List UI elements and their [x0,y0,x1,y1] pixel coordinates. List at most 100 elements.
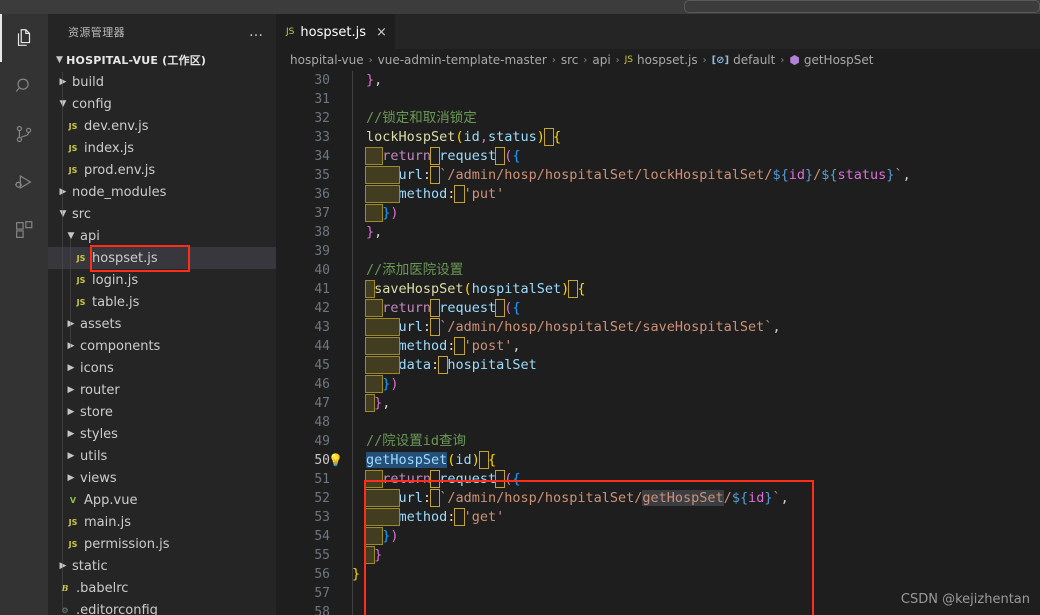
activity-item-source-control[interactable] [0,110,48,158]
workspace-root-row[interactable]: ▼ HOSPITAL-VUE (工作区) [48,49,276,71]
tree-item-table-js[interactable]: JS table.js [48,291,276,313]
chevron-right-icon: › [583,54,588,66]
chevron-right-icon: ▶ [67,341,75,351]
tree-item-label: api [80,228,100,244]
tree-item-label: table.js [92,294,140,310]
tree-item-src[interactable]: ▼ src [48,203,276,225]
tree-item-icons[interactable]: ▶ icons [48,357,276,379]
code-line: return request ({ [364,299,1040,318]
tree-item-index-js[interactable]: JS index.js [48,137,276,159]
chevron-right-icon: › [780,54,785,66]
tree-item-label: node_modules [72,184,167,200]
tree-item-static[interactable]: ▶ static [48,555,276,577]
code-line: saveHospSet(hospitalSet) { [364,280,1040,299]
tree-item-label: icons [80,360,114,376]
js-icon: JS [624,55,634,65]
tree-item-node-modules[interactable]: ▶ node_modules [48,181,276,203]
chevron-right-icon: › [615,54,620,66]
tree-item-config[interactable]: ▼ config [48,93,276,115]
js-file-icon: JS [68,143,78,153]
chevron-right-icon: ▶ [67,429,75,439]
search-icon [13,75,35,97]
code-editor[interactable]: 30 31 32 33 34 35 36 37 38 39 40 41 42 43 44 45 46 47 48 49… [276,71,1040,615]
lightbulb-icon[interactable]: 💡 [328,451,343,470]
tab-hospset-js[interactable]: JS hospset.js × [276,14,395,49]
js-file-icon: JS [68,165,78,175]
explorer-more-actions-button[interactable]: … [249,25,264,39]
js-file-icon: JS [68,121,78,131]
activity-item-extensions[interactable] [0,206,48,254]
vue-file-icon: V [69,495,77,505]
tree-item-label: router [80,382,120,398]
breadcrumb-label: hospset.js [637,53,698,67]
js-file-icon: JS [68,539,78,549]
babel-file-icon: B [61,583,69,593]
code-line: url: `/admin/hosp/hospitalSet/lockHospit… [365,166,1040,185]
breadcrumb-label: default [733,53,776,67]
tree-item-hospset-js[interactable]: JS hospset.js [48,247,276,269]
code-line: method: 'put' [365,185,1040,204]
tree-item-app-vue[interactable]: V App.vue [48,489,276,511]
breadcrumb-item-src[interactable]: src [561,53,579,67]
code-line: method: 'get' [365,508,1040,527]
code-line: return request ({ [364,147,1040,166]
tree-item-assets[interactable]: ▶ assets [48,313,276,335]
tree-item--editorconfig[interactable]: ⚙ .editorconfig [48,599,276,615]
workspace-root-label: HOSPITAL-VUE (工作区) [66,54,207,67]
tree-indent-guide [70,238,71,348]
breadcrumb-item-vue-admin-template-master[interactable]: vue-admin-template-master [378,53,547,67]
chevron-right-icon: ▶ [67,319,75,329]
tree-item-login-js[interactable]: JS login.js [48,269,276,291]
tree-item-main-js[interactable]: JS main.js [48,511,276,533]
gear-file-icon: ⚙ [61,605,69,615]
code-lines: }, //锁定和取消锁定 lockHospSet(id,status) { re… [352,71,1040,615]
tree-item-utils[interactable]: ▶ utils [48,445,276,467]
js-file-icon: JS [76,275,86,285]
code-line: }, [366,224,383,240]
code-line: data: hospitalSet [365,356,1040,375]
breadcrumb-item-api[interactable]: api [592,53,610,67]
tree-item-router[interactable]: ▶ router [48,379,276,401]
activity-item-explorer[interactable] [0,14,48,62]
activity-item-run-and-debug[interactable] [0,158,48,206]
code-line: //院设置id查询 [366,433,467,449]
tree-item-prod-env-js[interactable]: JS prod.env.js [48,159,276,181]
default-export-icon: [⊘] [711,54,730,66]
tree-item--babelrc[interactable]: B .babelrc [48,577,276,599]
tree-item-permission-js[interactable]: JS permission.js [48,533,276,555]
tree-item-label: main.js [84,514,131,530]
tree-item-views[interactable]: ▶ views [48,467,276,489]
breadcrumb-label: api [592,53,611,67]
js-file-icon: JS [76,297,86,307]
chevron-down-icon: ▼ [59,99,67,109]
tree-item-api[interactable]: ▼ api [48,225,276,247]
explorer-title: 资源管理器 [68,25,125,39]
explorer-sidebar: 资源管理器 … ▼ HOSPITAL-VUE (工作区) ▶ build ▼ conf… [48,14,276,615]
breadcrumb-item-hospital-vue[interactable]: hospital-vue [290,53,364,67]
files-icon [13,27,35,49]
tree-item-dev-env-js[interactable]: JS dev.env.js [48,115,276,137]
breadcrumb-item-default[interactable]: [⊘] default [712,53,776,67]
tree-item-components[interactable]: ▶ components [48,335,276,357]
code-line: url: `/admin/hosp/hospitalSet/getHospSet… [365,489,1040,508]
editor-area: JS hospset.js × hospital-vue › vue-admin-t… [276,14,1040,615]
breadcrumb-item-gethospset[interactable]: ⬢ getHospSet [789,53,873,67]
breadcrumb: hospital-vue › vue-admin-template-master › s… [276,49,1040,71]
tree-item-store[interactable]: ▶ store [48,401,276,423]
tree-item-label: build [72,74,104,90]
close-icon[interactable]: × [376,26,387,39]
command-center-input[interactable] [684,0,1040,13]
breadcrumb-label: src [560,53,579,67]
code-line: return request ({ [364,470,1040,489]
tree-item-build[interactable]: ▶ build [48,71,276,93]
tree-item-label: permission.js [84,536,170,552]
code-line: //锁定和取消锁定 [366,110,477,126]
breadcrumb-item-hospset-js[interactable]: JS hospset.js [625,53,698,67]
code-line: }) [364,375,1040,394]
code-line: }) [364,527,1040,546]
tree-item-styles[interactable]: ▶ styles [48,423,276,445]
activity-item-search[interactable] [0,62,48,110]
code-line: }, [366,72,383,88]
